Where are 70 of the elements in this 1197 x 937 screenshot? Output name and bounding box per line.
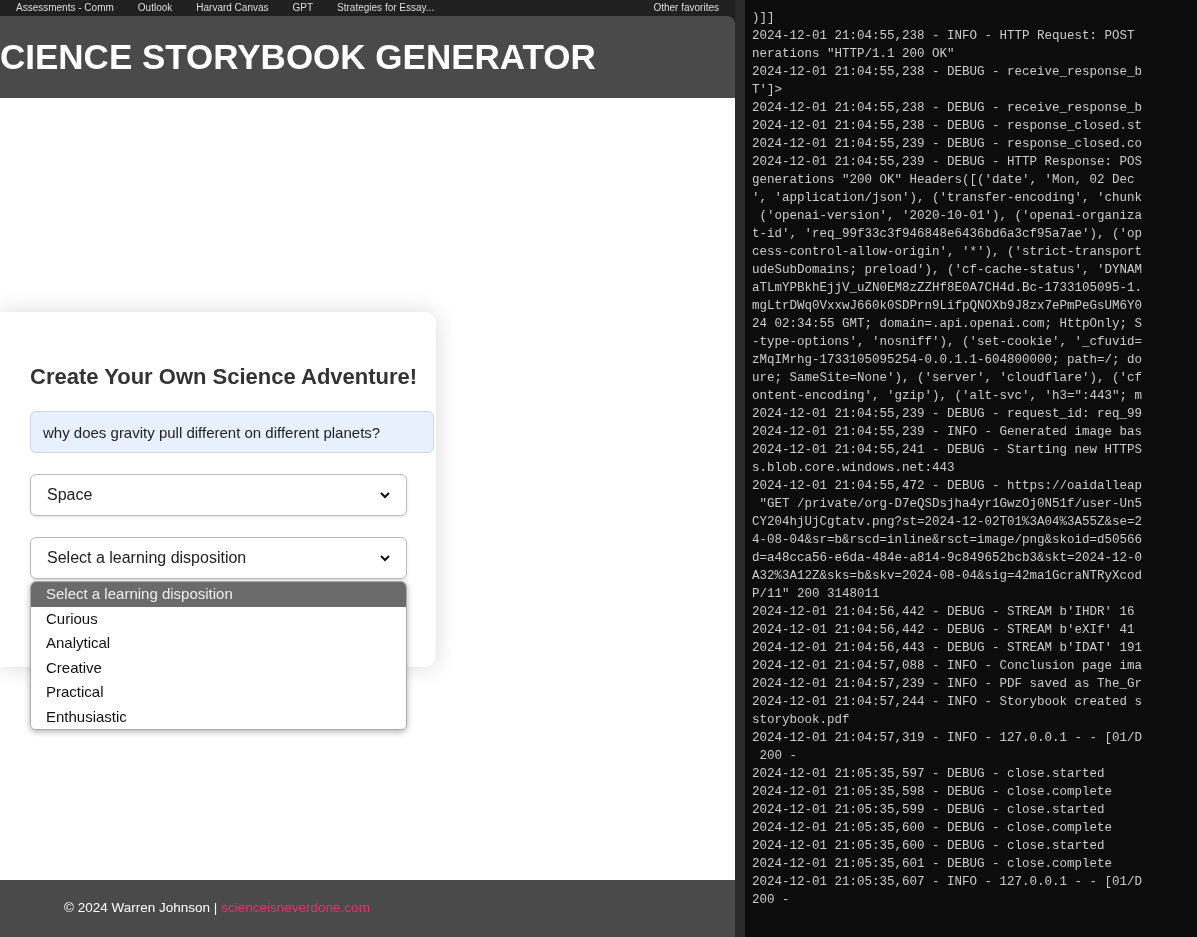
log-line: 2024-12-01 21:04:56,442 - DEBUG - STREAM b'IHDR' 16 xyxy=(752,604,1135,621)
log-line: 2024-12-01 21:05:35,600 - DEBUG - close.started xyxy=(752,838,1105,855)
dropdown-option[interactable]: Practical xyxy=(31,680,406,705)
page-title: CIENCE STORYBOOK GENERATOR xyxy=(0,35,596,78)
select-dropdown[interactable]: Select a learning disposition xyxy=(30,537,407,579)
log-line: -type-options', 'nosniff'), ('set-cookie', '_cfuvid= xyxy=(752,334,1143,351)
log-line: ', 'application/json'), ('transfer-encoding', 'chunk xyxy=(752,190,1143,207)
bookmark-link[interactable]: Other favorites xyxy=(653,3,719,13)
log-line: s.blob.core.windows.net:443 xyxy=(752,460,955,477)
dropdown-option[interactable]: Creative xyxy=(31,655,406,680)
log-line: 2024-12-01 21:05:35,607 - INFO - 127.0.0.1 - - [01/D xyxy=(752,874,1143,891)
dropdown-option[interactable]: Select a learning disposition xyxy=(31,582,406,607)
log-line: 2024-12-01 21:04:57,319 - INFO - 127.0.0.1 - - [01/D xyxy=(752,730,1143,747)
log-line: generations "200 OK" Headers([('date', 'Mon, 02 Dec xyxy=(752,172,1135,189)
log-line: mgLtrDWq0VxxwJ660k0SDPrn9LifpQNOXb9J8zx7ePmPeGsUM6Y0 xyxy=(752,298,1143,315)
bookmark-link[interactable]: Strategies for Essay... xyxy=(337,3,435,13)
copyright-text: © 2024 Warren Johnson | xyxy=(64,899,218,918)
log-line: storybook.pdf xyxy=(752,712,850,729)
chevron-down-icon xyxy=(380,554,390,562)
log-line: 2024-12-01 21:05:35,600 - DEBUG - close.complete xyxy=(752,820,1113,837)
log-line: ('openai-version', '2020-10-01'), ('openai-organiza xyxy=(758,208,1143,225)
bookmark-link[interactable]: GPT xyxy=(292,3,314,13)
log-line: )]] xyxy=(752,10,775,27)
log-line: 2024-12-01 21:04:55,238 - DEBUG - receive_response_b xyxy=(752,100,1143,117)
log-line: 2024-12-01 21:04:55,239 - DEBUG - response_closed.co xyxy=(752,136,1143,153)
log-line: 2024-12-01 21:05:35,598 - DEBUG - close.complete xyxy=(752,784,1113,801)
bookmark-link[interactable]: Harvard Canvas xyxy=(196,3,269,13)
log-line: P/11" 200 3148011 xyxy=(752,586,880,603)
chevron-down-icon xyxy=(380,491,390,499)
log-line: 24 02:34:55 GMT; domain=.api.openai.com; HttpOnly; S xyxy=(752,316,1143,333)
log-line: 2024-12-01 21:04:55,241 - DEBUG - Starting new HTTPS xyxy=(752,442,1143,459)
log-line: 2024-12-01 21:04:55,239 - DEBUG - request_id: req_99 xyxy=(752,406,1143,423)
log-line: 2024-12-01 21:05:35,599 - DEBUG - close.started xyxy=(752,802,1105,819)
dropdown-option[interactable]: Curious xyxy=(31,606,406,631)
log-line: t-id', 'req_99f33c3f946848e6436bd6a3cf95a7ae'), ('op xyxy=(752,226,1143,243)
log-line: 2024-12-01 21:04:57,088 - INFO - Conclusion page ima xyxy=(752,658,1143,675)
log-line: udeSubDomains; preload'), ('cf-cache-status', 'DYNAM xyxy=(752,262,1143,279)
dropdown-option[interactable]: Analytical xyxy=(31,631,406,656)
log-line: 2024-12-01 21:04:55,238 - DEBUG - response_closed.st xyxy=(752,118,1143,135)
log-line: 2024-12-01 21:05:35,601 - DEBUG - close.complete xyxy=(752,856,1113,873)
bookmark-link[interactable]: Outlook xyxy=(137,3,173,13)
log-line: aTLmYPBkhEjjV_uZN0EM8zZZHf8E0A7CH4d.Bc-1733105095-1. xyxy=(752,280,1143,297)
log-line: d=a48cca56-e6da-484e-a814-9c849652bcb3&skt=2024-12-0 xyxy=(752,550,1143,567)
log-line: ontent-encoding', 'gzip'), ('alt-svc', 'h3=":443"; m xyxy=(752,388,1143,405)
log-line: 4-08-04&sr=b&rscd=inline&rsct=image/png&skoid=d50566 xyxy=(752,532,1143,549)
log-line: zMqIMrhg-1733105095254-0.0.1.1-604800000; path=/; do xyxy=(752,352,1143,369)
log-line: "GET /private/org-D7eQSDsjha4yr1GwzOj0N51f/user-Un5 xyxy=(758,496,1143,513)
log-line: ure; SameSite=None'), ('server', 'cloudflare'), ('cf xyxy=(752,370,1143,387)
log-line: nerations "HTTP/1.1 200 OK" xyxy=(752,46,955,63)
log-line: 2024-12-01 21:05:35,597 - DEBUG - close.started xyxy=(752,766,1105,783)
log-line: 2024-12-01 21:04:55,238 - INFO - HTTP Request: POST xyxy=(752,28,1135,45)
log-line: 2024-12-01 21:04:57,239 - INFO - PDF saved as The_Gr xyxy=(752,676,1143,693)
log-line: CY204hjUjCgtatv.png?st=2024-12-02T01%3A04%3A55Z&se=2 xyxy=(752,514,1143,531)
log-line: 2024-12-01 21:04:55,239 - DEBUG - HTTP Response: POS xyxy=(752,154,1143,171)
question-field[interactable]: why does gravity pull different on different planets? xyxy=(30,411,434,453)
form-heading: Create Your Own Science Adventure! xyxy=(30,363,419,391)
select-dropdown[interactable]: Space xyxy=(30,474,407,516)
log-line: 2024-12-01 21:04:57,244 - INFO - Storybook created s xyxy=(752,694,1143,711)
log-line: 2024-12-01 21:04:56,442 - DEBUG - STREAM b'eXIf' 41 xyxy=(752,622,1135,639)
log-line: 200 - xyxy=(758,748,797,765)
dropdown-option[interactable]: Enthusiastic xyxy=(31,704,406,729)
log-line: A32%3A12Z&sks=b&skv=2024-08-04&sig=42ma1GcraNTRyXcod xyxy=(752,568,1143,585)
log-line: 2024-12-01 21:04:55,238 - DEBUG - receive_response_b xyxy=(752,64,1143,81)
log-line: 2024-12-01 21:04:56,443 - DEBUG - STREAM b'IDAT' 191 xyxy=(752,640,1143,657)
log-line: cess-control-allow-origin', '*'), ('strict-transport xyxy=(752,244,1143,261)
bookmark-link[interactable]: Assessments - Comm xyxy=(16,3,114,13)
log-line: 2024-12-01 21:04:55,239 - INFO - Generated image bas xyxy=(752,424,1143,441)
log-line: 2024-12-01 21:04:55,472 - DEBUG - https://oaidalleap xyxy=(752,478,1143,495)
log-line: T']> xyxy=(752,82,782,99)
log-line: 200 - xyxy=(752,892,790,909)
